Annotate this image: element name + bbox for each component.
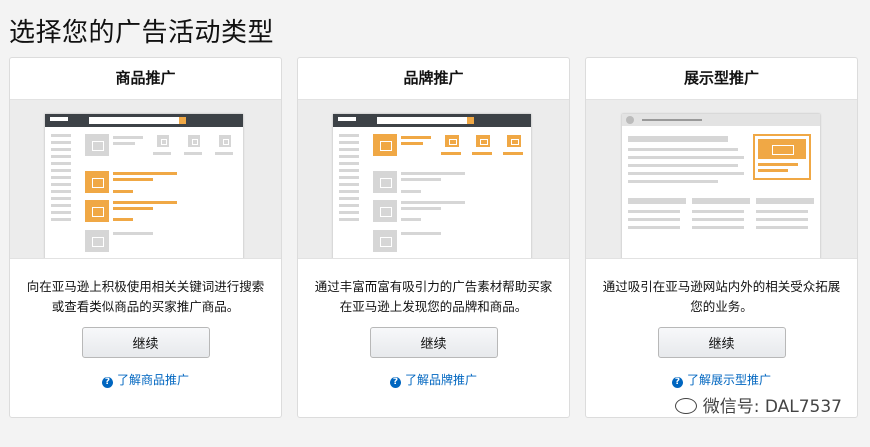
campaign-card-sponsored-products: 商品推广 向在亚马逊上积极使用相关关键词进行搜索或查看类似商品的买家推广商品。 …	[9, 57, 282, 418]
help-icon: ?	[101, 377, 113, 388]
mock-header	[622, 114, 820, 126]
mock-search-page	[45, 114, 243, 258]
wechat-icon	[674, 398, 697, 414]
card-title: 商品推广	[115, 69, 176, 87]
card-description: 通过丰富而富有吸引力的广告素材帮助买家在亚马逊上发现您的品牌和商品。	[314, 279, 553, 314]
card-description: 向在亚马逊上积极使用相关关键词进行搜索或查看类似商品的买家推广商品。	[26, 279, 265, 314]
display-ad	[753, 134, 811, 180]
continue-button[interactable]: 继续	[369, 327, 498, 358]
help-icon: ?	[671, 377, 683, 388]
mock-header	[333, 114, 531, 127]
learn-more-link[interactable]: ? 了解展示型推广	[586, 371, 857, 388]
preview-illustration	[586, 99, 857, 259]
continue-button[interactable]: 继续	[81, 327, 210, 358]
card-title: 展示型推广	[683, 69, 759, 87]
continue-button[interactable]: 继续	[657, 327, 786, 358]
preview-illustration	[10, 99, 281, 259]
watermark: 微信号: DAL7537	[674, 392, 842, 417]
card-description: 通过吸引在亚马逊网站内外的相关受众拓展您的业务。	[602, 279, 841, 314]
campaign-card-sponsored-display: 展示型推广 通过吸引在亚马逊网站内外的相关受众拓展您的业务。 继续 ? 了解展示…	[585, 57, 858, 418]
mock-search-page	[333, 114, 531, 258]
help-icon: ?	[389, 377, 401, 388]
campaign-card-sponsored-brands: 品牌推广 通过丰富而富有吸引力的广告素材帮助买家在亚马逊上发现您的品牌和商品。 …	[297, 57, 570, 418]
page-title: 选择您的广告活动类型	[9, 18, 275, 48]
preview-illustration	[298, 99, 569, 259]
learn-more-link[interactable]: ? 了解商品推广	[10, 371, 281, 388]
card-title: 品牌推广	[403, 69, 464, 87]
mock-header	[45, 114, 243, 127]
mock-web-page	[622, 114, 820, 258]
learn-more-link[interactable]: ? 了解品牌推广	[298, 371, 569, 388]
